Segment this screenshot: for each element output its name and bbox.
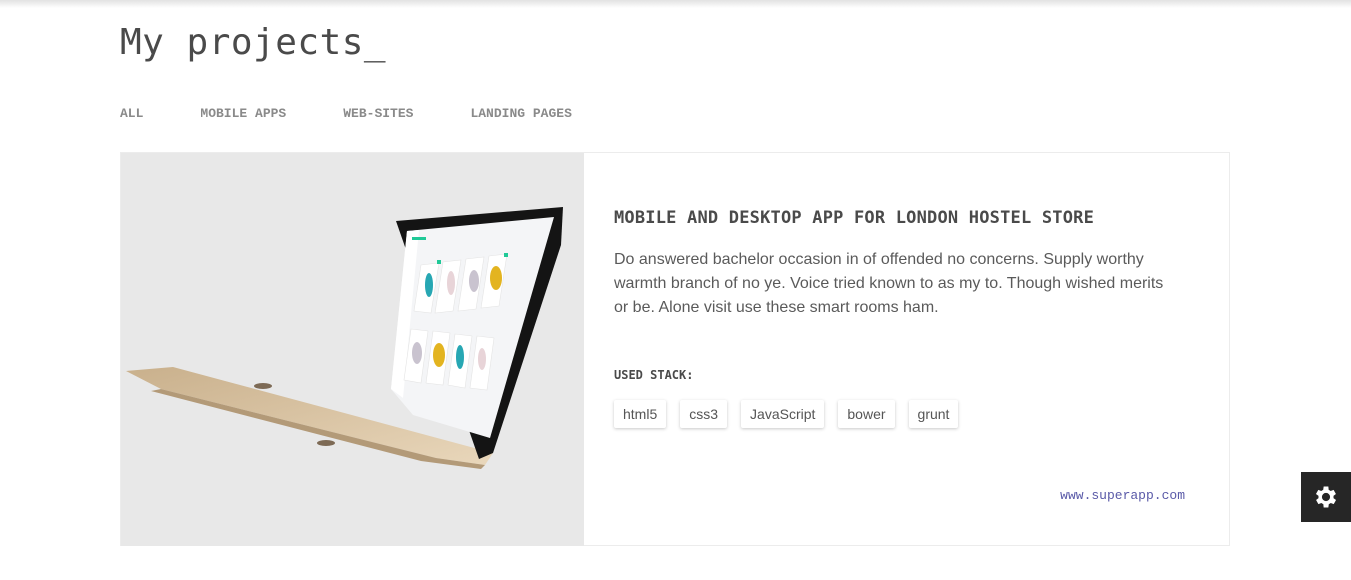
filter-web-sites[interactable]: WEB-SITES <box>343 106 413 121</box>
project-details: MOBILE AND DESKTOP APP FOR LONDON HOSTEL… <box>614 153 1185 545</box>
page-title: My projects_ <box>120 22 387 63</box>
project-filters: ALL MOBILE APPS WEB-SITES LANDING PAGES <box>120 106 572 121</box>
top-bar-shadow <box>0 0 1351 8</box>
stack-label: USED STACK: <box>614 368 694 382</box>
project-card: MOBILE AND DESKTOP APP FOR LONDON HOSTEL… <box>120 152 1230 546</box>
project-description: Do answered bachelor occasion in of offe… <box>614 251 1164 316</box>
gear-icon <box>1315 486 1337 508</box>
filter-landing-pages[interactable]: LANDING PAGES <box>470 106 571 121</box>
filter-mobile-apps[interactable]: MOBILE APPS <box>200 106 286 121</box>
stack-tag-javascript: JavaScript <box>741 400 825 428</box>
filter-all[interactable]: ALL <box>120 106 143 121</box>
settings-button[interactable] <box>1301 472 1351 522</box>
project-title: MOBILE AND DESKTOP APP FOR LONDON HOSTEL… <box>614 208 1095 228</box>
project-link[interactable]: www.superapp.com <box>1060 488 1185 503</box>
stack-tag-html5: html5 <box>614 400 667 428</box>
stack-tags: html5 css3 JavaScript bower grunt <box>614 400 959 428</box>
stack-tag-bower: bower <box>838 400 895 428</box>
laptop-mockup-image <box>126 207 563 469</box>
stack-tag-grunt: grunt <box>908 400 959 428</box>
stack-tag-css3: css3 <box>680 400 728 428</box>
project-image <box>121 153 584 546</box>
